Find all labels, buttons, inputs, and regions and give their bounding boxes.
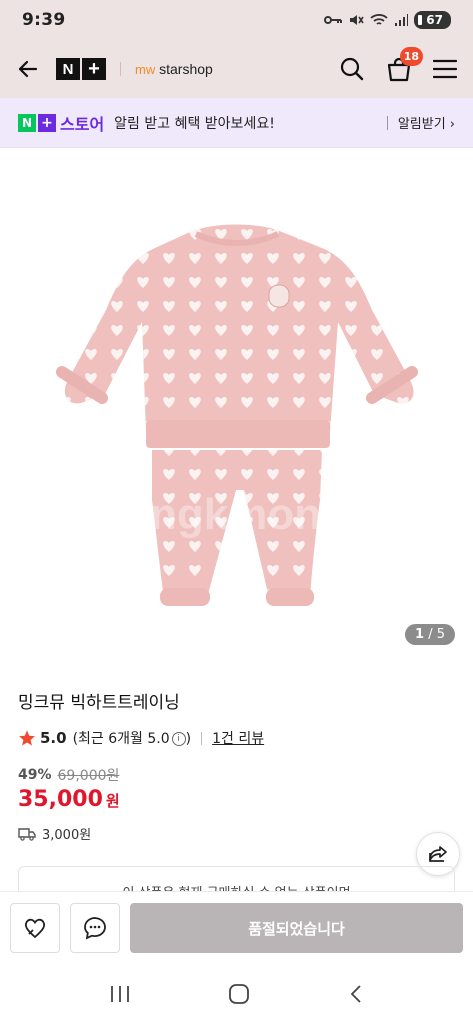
- header-divider: [120, 62, 121, 76]
- promo-bar[interactable]: N + 스토어 알림 받고 혜택 받아보세요! 알림받기 ›: [0, 98, 473, 148]
- back-arrow-icon[interactable]: [16, 57, 40, 81]
- nplus-store-logo: N + 스토어: [18, 111, 104, 135]
- promo-logo-n: N: [18, 113, 36, 132]
- original-price: 69,000원: [57, 768, 120, 784]
- product-photo: [56, 224, 418, 606]
- key-icon: [324, 16, 343, 24]
- price-row: 35,000 원: [18, 787, 120, 812]
- image-counter-separator: /: [424, 627, 437, 642]
- status-icons: 67: [324, 11, 451, 29]
- shipping-fee: 3,000원: [42, 828, 92, 843]
- sale-price: 35,000: [18, 787, 103, 812]
- mute-icon: [350, 15, 364, 25]
- info-icon[interactable]: i: [171, 732, 186, 746]
- image-watermark: ngkmon: [150, 490, 322, 539]
- status-bar: 9:39 67: [0, 0, 473, 40]
- promo-message: 알림 받고 혜택 받아보세요!: [114, 115, 275, 132]
- wifi-icon: [370, 14, 388, 25]
- header-actions: 18: [339, 47, 457, 83]
- rating-detail-close: ): [185, 731, 192, 747]
- signal-icon: [395, 14, 409, 26]
- talk-talk-button[interactable]: [70, 903, 120, 953]
- image-total-count: 5: [436, 627, 445, 642]
- status-time: 9:39: [22, 10, 66, 30]
- product-image-gallery[interactable]: ngkmon 1 / 5: [0, 150, 473, 660]
- system-navigation-bar: [0, 964, 473, 1024]
- store-brand-name: starshop: [159, 61, 213, 77]
- image-page-counter: 1 / 5: [405, 624, 455, 645]
- nplus-logo-plus: +: [82, 58, 106, 80]
- rating-detail: (최근 6개월 5.0 i): [73, 728, 192, 748]
- search-icon[interactable]: [339, 56, 365, 82]
- soldout-button[interactable]: 품절되었습니다: [130, 903, 463, 953]
- notification-subscribe-link[interactable]: 알림받기 ›: [387, 113, 455, 132]
- shipping-row: 3,000원: [18, 824, 91, 843]
- store-brand[interactable]: mw starshop: [135, 61, 213, 77]
- image-current-index: 1: [415, 627, 425, 642]
- recent-apps-icon[interactable]: [109, 984, 131, 1004]
- delivery-truck-icon: [18, 827, 36, 841]
- cart-count-badge: 18: [399, 47, 423, 66]
- rating-separator: [201, 731, 203, 745]
- cart-button[interactable]: 18: [385, 47, 423, 83]
- app-header: N + mw starshop 18: [0, 40, 473, 98]
- wishlist-button[interactable]: [10, 903, 60, 953]
- rating-row: 5.0 (최근 6개월 5.0 i) 1건 리뷰: [18, 728, 264, 748]
- bottom-action-bar: 품절되었습니다: [0, 891, 473, 964]
- home-icon[interactable]: [228, 983, 250, 1005]
- share-icon: [429, 846, 447, 862]
- rating-score: 5.0: [40, 729, 67, 747]
- review-link[interactable]: 1건 리뷰: [212, 728, 264, 748]
- store-brand-prefix: mw: [135, 62, 156, 77]
- menu-icon[interactable]: [433, 58, 457, 80]
- discount-row: 49% 69,000원: [18, 765, 119, 785]
- nplus-logo-n: N: [56, 58, 80, 80]
- star-icon: [19, 730, 35, 746]
- heart-icon: [24, 918, 46, 939]
- battery-indicator: 67: [414, 11, 451, 29]
- chat-icon: [84, 917, 106, 940]
- price-unit: 원: [105, 792, 120, 810]
- notice-box: 이 상품은 현재 구매하실 수 없는 상품이며: [18, 866, 455, 892]
- promo-logo-plus: +: [38, 113, 56, 132]
- discount-rate: 49%: [18, 767, 52, 783]
- product-title: 밍크뮤 빅하트트레이닝: [18, 693, 180, 713]
- rating-detail-text: (최근 6개월 5.0: [72, 731, 170, 747]
- promo-logo-text: 스토어: [60, 114, 105, 134]
- back-icon[interactable]: [348, 983, 364, 1005]
- nplus-logo[interactable]: N +: [56, 58, 106, 80]
